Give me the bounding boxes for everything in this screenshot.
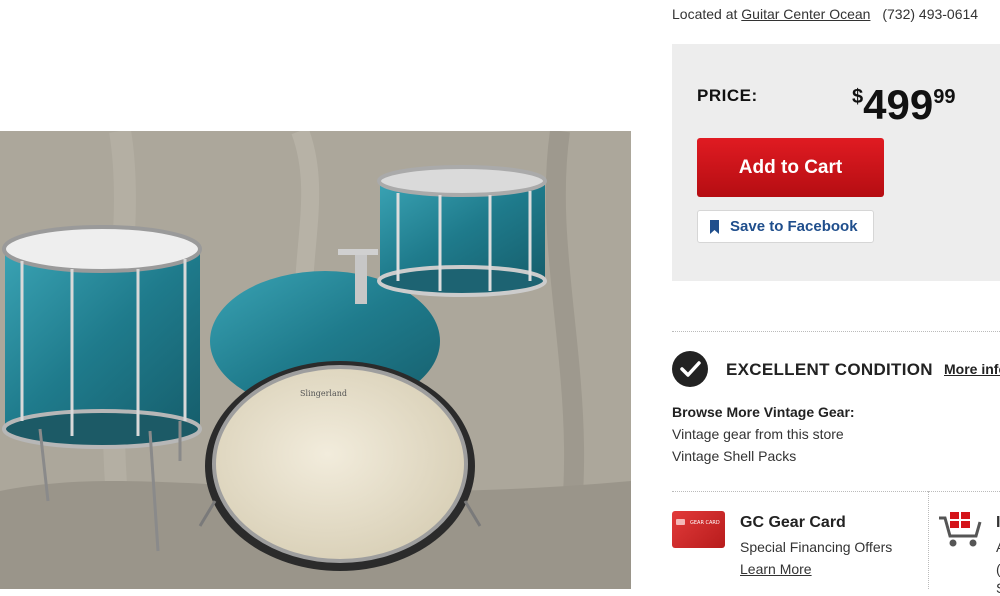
location-prefix: Located at: [672, 6, 738, 22]
gear-card-learn-more-link[interactable]: Learn More: [740, 561, 812, 577]
price-panel: PRICE: $49999 Add to Cart Save to Facebo…: [672, 44, 1000, 281]
gear-card-subtitle: Special Financing Offers: [740, 539, 893, 555]
more-info-link[interactable]: More info: [944, 361, 1000, 377]
divider: [672, 331, 1000, 332]
shopping-cart-icon: [938, 510, 984, 555]
browse-title: Browse More Vintage Gear:: [672, 404, 855, 420]
drum-kit-image: Slingerland: [0, 131, 631, 589]
divider: [672, 491, 1000, 492]
browse-link-store-vintage[interactable]: Vintage gear from this store: [672, 426, 844, 442]
clipped-promo-line: S: [996, 580, 1000, 596]
price-dollars: 499: [863, 81, 934, 128]
condition-label: EXCELLENT CONDITION: [726, 360, 933, 379]
add-to-cart-button[interactable]: Add to Cart: [697, 138, 884, 197]
gear-card-graphic: GEAR CARD: [676, 519, 720, 526]
store-location: Located at Guitar Center Ocean (732) 493…: [672, 6, 978, 22]
save-to-facebook-button[interactable]: Save to Facebook: [697, 210, 874, 243]
price-value: $49999: [852, 82, 955, 128]
store-link[interactable]: Guitar Center Ocean: [741, 6, 870, 22]
clipped-promo-title: I: [996, 514, 1000, 531]
save-to-facebook-label: Save to Facebook: [730, 218, 858, 235]
promo-separator: [928, 491, 929, 589]
gear-card-text: GEAR CARD: [690, 520, 720, 526]
store-phone[interactable]: (732) 493-0614: [882, 6, 978, 22]
clipped-promo-line: (: [996, 561, 1000, 577]
svg-text:Slingerland: Slingerland: [300, 389, 347, 398]
price-currency: $: [852, 86, 864, 108]
price-label: PRICE:: [697, 86, 758, 105]
price-cents: 99: [933, 86, 956, 108]
gear-card-image[interactable]: GEAR CARD: [672, 511, 725, 548]
product-photo[interactable]: Slingerland: [0, 131, 631, 589]
gear-card-title[interactable]: GC Gear Card: [740, 514, 846, 532]
checkmark-icon: [672, 351, 708, 387]
clipped-promo-line: A: [996, 539, 1000, 555]
browse-link-shell-packs[interactable]: Vintage Shell Packs: [672, 448, 796, 464]
bookmark-icon: [710, 219, 719, 234]
